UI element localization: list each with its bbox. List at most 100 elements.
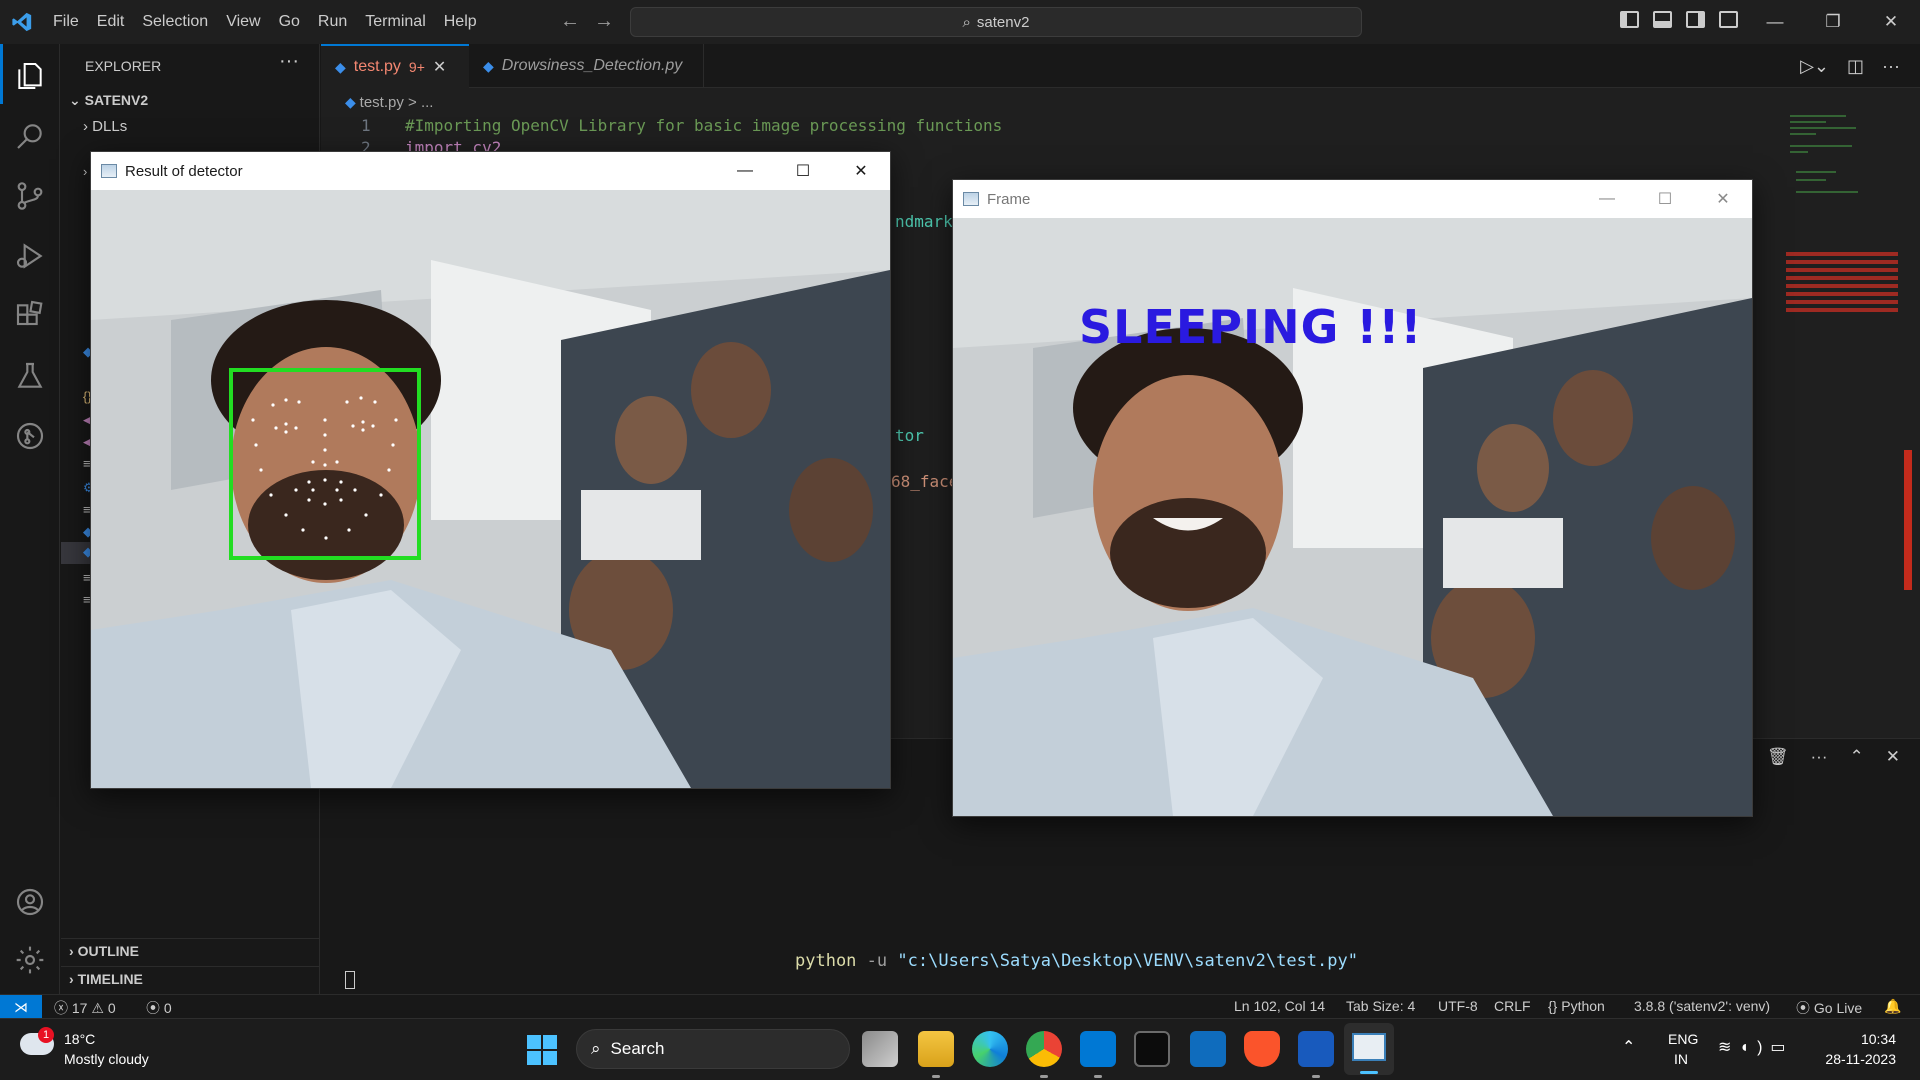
- layout-controls: [1620, 11, 1738, 28]
- git-graph-icon[interactable]: [0, 408, 60, 464]
- weather-description[interactable]: Mostly cloudy: [64, 1051, 149, 1067]
- tab-test-py[interactable]: ◆ test.py 9+ ✕: [321, 44, 469, 88]
- more-actions-icon[interactable]: ···: [279, 50, 299, 73]
- chrome-browser-icon[interactable]: [1026, 1031, 1062, 1067]
- toggle-secondary-sidebar-icon[interactable]: [1686, 11, 1705, 28]
- close-icon[interactable]: ✕: [1694, 180, 1752, 218]
- close-icon[interactable]: ✕: [1862, 0, 1920, 44]
- search-icon[interactable]: [0, 108, 60, 164]
- language-mode[interactable]: {} Python: [1548, 998, 1605, 1014]
- python-file-icon: ◆: [345, 94, 360, 110]
- outline-section[interactable]: › OUTLINE: [61, 938, 319, 964]
- menu-file[interactable]: File: [44, 13, 88, 31]
- vscode-taskbar-icon[interactable]: [1080, 1031, 1116, 1067]
- menu-edit[interactable]: Edit: [88, 13, 134, 31]
- frame-title-bar[interactable]: Frame: [953, 180, 1030, 218]
- close-tab-icon[interactable]: ✕: [433, 57, 446, 77]
- minimize-icon[interactable]: —: [1578, 180, 1636, 218]
- active-indicator: [0, 44, 3, 104]
- input-region[interactable]: IN: [1674, 1051, 1688, 1067]
- back-arrow-icon[interactable]: ←: [560, 10, 594, 32]
- input-language[interactable]: ENG: [1668, 1031, 1698, 1047]
- tree-item-dlls[interactable]: › DLLs: [83, 118, 127, 135]
- remote-indicator-icon[interactable]: ⋊: [0, 995, 42, 1019]
- error-icon: ⓧ: [54, 1000, 72, 1016]
- ports-status[interactable]: ⦿ 0: [146, 998, 172, 1018]
- go-live[interactable]: ⦿ Go Live: [1796, 998, 1862, 1018]
- source-control-icon[interactable]: [0, 168, 60, 224]
- accounts-icon[interactable]: [0, 874, 60, 930]
- menu-selection[interactable]: Selection: [133, 13, 217, 31]
- minimize-icon[interactable]: —: [1746, 0, 1804, 44]
- toggle-panel-icon[interactable]: [1653, 11, 1672, 28]
- minimize-icon[interactable]: —: [716, 152, 774, 190]
- workspace-header[interactable]: ⌄ SATENV2: [69, 92, 148, 109]
- run-file-icon[interactable]: ▷⌄: [1800, 56, 1829, 77]
- end-of-line[interactable]: CRLF: [1494, 998, 1531, 1014]
- detector-camera-feed: [91, 190, 890, 788]
- frame-window[interactable]: Frame — ☐ ✕ SLEEPING !!!: [952, 179, 1753, 817]
- vscode-logo-icon: [0, 0, 44, 44]
- system-tray-icons[interactable]: ≋◖)▭: [1718, 1037, 1794, 1057]
- explorer-icon[interactable]: [0, 48, 60, 104]
- clock-date[interactable]: 28-11-2023: [1816, 1051, 1896, 1067]
- forward-arrow-icon[interactable]: →: [594, 10, 628, 32]
- testing-icon[interactable]: [0, 348, 60, 404]
- problems-status[interactable]: ⓧ 17 ⚠ 0: [54, 998, 116, 1018]
- encoding[interactable]: UTF-8: [1438, 998, 1478, 1014]
- brave-browser-icon[interactable]: [1244, 1031, 1280, 1067]
- close-panel-icon[interactable]: ✕: [1886, 747, 1900, 767]
- close-icon[interactable]: ✕: [832, 152, 890, 190]
- command-center[interactable]: ⌕ satenv2: [630, 7, 1362, 37]
- tab-drowsiness-detection[interactable]: ◆ Drowsiness_Detection.py: [469, 44, 704, 88]
- split-editor-icon[interactable]: ◫: [1847, 56, 1864, 77]
- minimap[interactable]: [1786, 112, 1906, 322]
- weather-badge: 1: [38, 1027, 54, 1043]
- nav-arrows[interactable]: ←→: [560, 10, 628, 33]
- menu-help[interactable]: Help: [435, 13, 486, 31]
- detector-title-bar[interactable]: Result of detector: [91, 152, 243, 190]
- detector-window-controls: — ☐ ✕: [716, 152, 890, 190]
- weather-temperature[interactable]: 18°C: [64, 1031, 95, 1047]
- show-hidden-icons[interactable]: ⌃: [1622, 1037, 1635, 1057]
- clock-time[interactable]: 10:34: [1842, 1031, 1896, 1047]
- menu-run[interactable]: Run: [309, 13, 356, 31]
- editor-actions: ▷⌄ ◫ ···: [1800, 56, 1900, 77]
- kill-terminal-icon[interactable]: 🗑: [1767, 747, 1789, 767]
- python-interpreter[interactable]: 3.8.8 ('satenv2': venv): [1634, 998, 1770, 1014]
- word-icon[interactable]: [1298, 1031, 1334, 1067]
- opencv-app-active-bg[interactable]: [1344, 1023, 1394, 1075]
- cursor-position[interactable]: Ln 102, Col 14: [1234, 998, 1325, 1014]
- task-view-icon[interactable]: [862, 1031, 898, 1067]
- menu-view[interactable]: View: [217, 13, 269, 31]
- menu-terminal[interactable]: Terminal: [356, 13, 434, 31]
- chevron-down-icon: ⌄: [69, 92, 85, 108]
- file-explorer-icon[interactable]: [918, 1031, 954, 1067]
- tab-size[interactable]: Tab Size: 4: [1346, 998, 1415, 1014]
- chevron-right-icon: ›: [83, 118, 93, 135]
- chevron-right-icon: ›: [69, 971, 78, 987]
- more-actions-icon[interactable]: ···: [1882, 56, 1900, 77]
- restore-icon[interactable]: ❐: [1804, 0, 1862, 44]
- more-actions-icon[interactable]: ···: [1811, 747, 1828, 767]
- toggle-sidebar-icon[interactable]: [1620, 11, 1639, 28]
- broadcast-icon: ⦿: [1796, 1000, 1814, 1016]
- maximize-icon[interactable]: ☐: [774, 152, 832, 190]
- start-button[interactable]: [527, 1035, 557, 1065]
- maximize-icon[interactable]: ☐: [1636, 180, 1694, 218]
- terminal-app-icon[interactable]: [1134, 1031, 1170, 1067]
- settings-gear-icon[interactable]: [0, 932, 60, 988]
- edge-browser-icon[interactable]: [972, 1031, 1008, 1067]
- run-debug-icon[interactable]: [0, 228, 60, 284]
- menu-go[interactable]: Go: [270, 13, 309, 31]
- extensions-icon[interactable]: [0, 288, 60, 344]
- outlook-icon[interactable]: [1190, 1031, 1226, 1067]
- detector-window[interactable]: Result of detector — ☐ ✕: [90, 151, 891, 789]
- notifications-icon[interactable]: 🔔: [1884, 998, 1901, 1015]
- taskbar-search[interactable]: ⌕ Search: [576, 1029, 850, 1069]
- maximize-panel-icon[interactable]: ⌃: [1850, 747, 1864, 767]
- breadcrumb[interactable]: ◆ test.py > ...: [345, 94, 433, 111]
- customize-layout-icon[interactable]: [1719, 11, 1738, 28]
- timeline-section[interactable]: › TIMELINE: [61, 966, 319, 992]
- braces-icon: {}: [1548, 998, 1562, 1014]
